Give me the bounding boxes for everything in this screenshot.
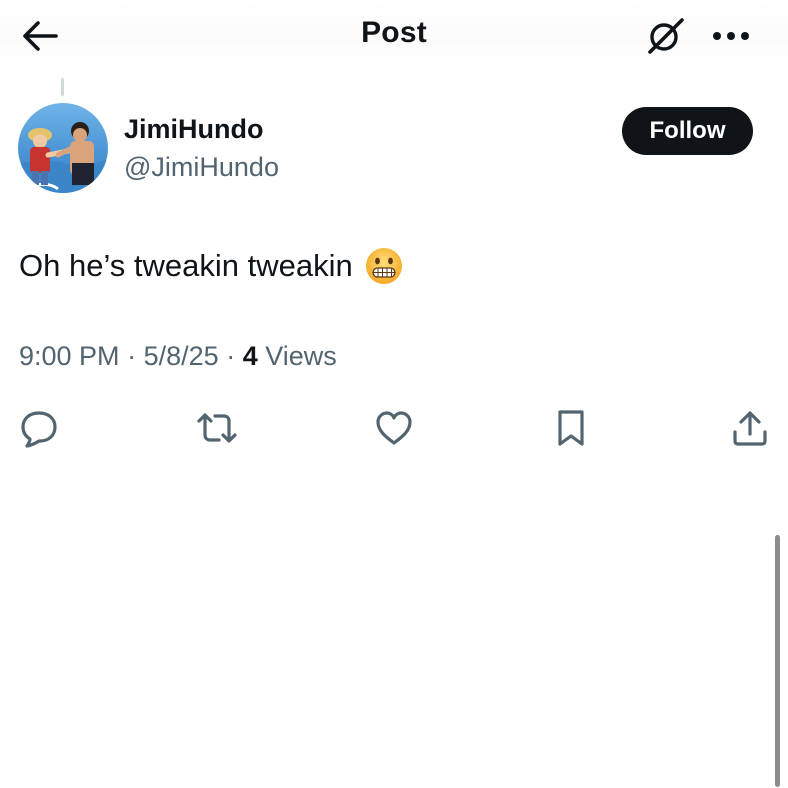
post-text: Oh he’s tweakin tweakin — [19, 248, 353, 283]
thread-connector — [61, 78, 64, 96]
grimacing-face-emoji — [365, 248, 402, 284]
share-button[interactable] — [726, 404, 774, 452]
author-handle[interactable]: @JimiHundo — [124, 152, 279, 183]
repost-icon — [197, 413, 237, 443]
post-date[interactable]: 5/8/25 — [144, 341, 219, 371]
meta-separator: · — [127, 341, 137, 371]
avatar[interactable] — [18, 103, 108, 193]
follow-button[interactable]: Follow — [622, 107, 753, 155]
reply-icon — [21, 411, 57, 448]
avatar-image — [18, 103, 108, 193]
repost-button[interactable] — [193, 404, 241, 452]
more-horizontal-icon — [713, 32, 749, 40]
bookmark-button[interactable] — [547, 404, 595, 452]
scrollbar[interactable] — [775, 535, 780, 787]
top-bar: Post — [0, 0, 788, 70]
post-body: Oh he’s tweakin tweakin — [19, 246, 403, 286]
post-meta: 9:00 PM · 5/8/25 · 4 Views — [19, 341, 337, 372]
author-display-name[interactable]: JimiHundo — [124, 114, 264, 145]
like-button[interactable] — [370, 404, 418, 452]
grok-button[interactable] — [644, 14, 688, 58]
grok-icon — [648, 18, 684, 54]
meta-separator: · — [226, 341, 236, 371]
heart-icon — [376, 411, 412, 445]
views-count[interactable]: 4 — [243, 341, 258, 371]
bookmark-icon — [558, 410, 584, 446]
more-button[interactable] — [708, 14, 754, 58]
views-label[interactable]: Views — [265, 341, 337, 371]
post-time[interactable]: 9:00 PM — [19, 341, 120, 371]
share-icon — [733, 411, 767, 446]
reply-button[interactable] — [15, 404, 63, 452]
